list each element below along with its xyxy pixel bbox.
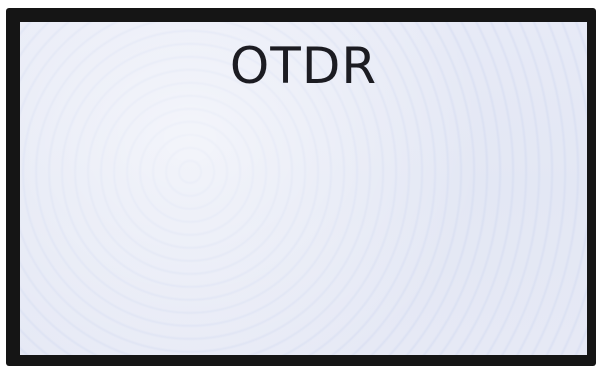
display-screen[interactable]: OTDR bbox=[20, 22, 587, 355]
screen-title: OTDR bbox=[229, 37, 378, 95]
device-photo: OTDR bbox=[0, 0, 601, 369]
